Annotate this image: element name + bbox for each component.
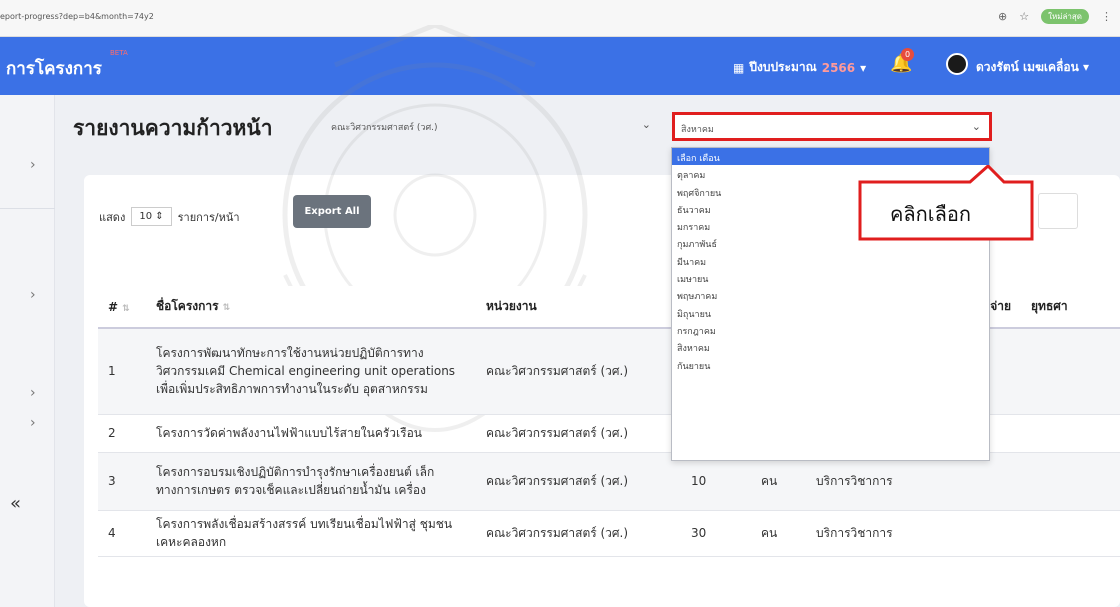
strategy-cell: [1021, 452, 1120, 511]
page-title: รายงานความก้าวหน้า: [73, 116, 273, 140]
unit-cell: คณะวิศวกรรมศาสตร์ (วศ.): [476, 452, 681, 511]
unit-cell: คณะวิศวกรรมศาสตร์ (วศ.): [476, 414, 681, 453]
target-unit-cell: คน: [751, 510, 806, 557]
month-option[interactable]: มีนาคม: [672, 252, 989, 269]
sidebar-divider: [0, 208, 55, 209]
show-label: แสดง: [99, 210, 126, 224]
col-header-unit[interactable]: หน่วยงาน: [476, 286, 681, 329]
zoom-icon[interactable]: ⊕: [998, 10, 1007, 23]
department-select-value: คณะวิศวกรรมศาสตร์ (วศ.): [331, 123, 438, 133]
row-num-cell: 4: [98, 510, 146, 557]
url-text[interactable]: eport-progress?dep=b4&month=74y2: [0, 12, 154, 21]
month-option[interactable]: กันยายน: [672, 356, 989, 373]
month-option[interactable]: เมษายน: [672, 269, 989, 286]
month-option[interactable]: พฤษภาคม: [672, 286, 989, 303]
month-option[interactable]: เลือก เดือน: [672, 148, 989, 166]
budget-year-dropdown[interactable]: ▦ ปีงบประมาณ 2566 ▾: [733, 58, 866, 77]
notification-count: 0: [901, 48, 914, 61]
chevron-down-icon: ⌄: [641, 118, 651, 131]
strategy-cell: [1021, 328, 1120, 415]
project-name-cell: โครงการพลังเชื่อมสร้างสรรค์ บทเรียนเชื่อ…: [146, 510, 476, 557]
app-brand[interactable]: การโครงการ: [6, 55, 102, 82]
per-page-label: รายการ/หน้า: [177, 210, 240, 224]
month-select[interactable]: สิงหาคม ⌄: [672, 112, 992, 141]
chevron-down-icon: ⌄: [971, 120, 981, 133]
avatar[interactable]: [946, 53, 968, 75]
target-qty-cell: 30: [681, 510, 751, 557]
expense-cell: [921, 510, 1021, 557]
calendar-icon: ▦: [733, 60, 745, 75]
annotation-text: คลิกเลือก: [890, 202, 971, 226]
sidebar-expand-icon[interactable]: ›: [30, 415, 36, 431]
page-size-select[interactable]: 10 ⇕: [131, 207, 172, 226]
row-num-cell: 3: [98, 452, 146, 511]
project-name-cell: โครงการอบรมเชิงปฏิบัติการบำรุงรักษาเครื่…: [146, 452, 476, 511]
sidebar-expand-icon[interactable]: ›: [30, 157, 36, 173]
col-header-name[interactable]: ชื่อโครงการ ⇅: [146, 286, 476, 329]
row-num-cell: 1: [98, 328, 146, 415]
sidebar-collapse-icon[interactable]: «: [10, 493, 21, 514]
browser-address-bar: eport-progress?dep=b4&month=74y2 ⊕ ☆ ใหม…: [0, 0, 1120, 37]
col-header-num[interactable]: # ⇅: [98, 286, 146, 329]
budget-label: ปีงบประมาณ: [749, 60, 817, 74]
notification-bell-icon[interactable]: 🔔 0: [890, 48, 914, 74]
sidebar: › › › › «: [0, 95, 55, 607]
sidebar-expand-icon[interactable]: ›: [30, 385, 36, 401]
user-name: ดวงรัตน์ เมฆเคลื่อน: [976, 60, 1079, 74]
project-name-cell: โครงการวัดค่าพลังงานไฟฟ้าแบบไร้สายในครัว…: [146, 414, 476, 453]
profile-pill[interactable]: ใหม่ล่าสุด: [1041, 9, 1089, 24]
user-menu[interactable]: ดวงรัตน์ เมฆเคลื่อน ▾: [976, 58, 1089, 77]
top-navbar: การโครงการ BETA ▦ ปีงบประมาณ 2566 ▾ 🔔 0 ด…: [0, 37, 1120, 95]
month-option[interactable]: สิงหาคม: [672, 338, 989, 355]
menu-icon[interactable]: ⋮: [1101, 10, 1112, 23]
col-header-strategy[interactable]: ยุทธศา: [1021, 286, 1120, 329]
annotation-callout: คลิกเลือก: [858, 165, 1034, 241]
star-icon[interactable]: ☆: [1019, 10, 1029, 23]
project-type-cell: บริการวิชาการ: [806, 510, 921, 557]
department-select[interactable]: คณะวิศวกรรมศาสตร์ (วศ.) ⌄: [325, 112, 665, 140]
unit-cell: คณะวิศวกรรมศาสตร์ (วศ.): [476, 510, 681, 557]
search-input[interactable]: [1038, 193, 1078, 229]
sidebar-expand-icon[interactable]: ›: [30, 287, 36, 303]
project-name-cell: โครงการพัฒนาทักษะการใช้งานหน่วยปฏิบัติกา…: [146, 328, 476, 415]
row-num-cell: 2: [98, 414, 146, 453]
month-option[interactable]: กรกฎาคม: [672, 321, 989, 338]
table-row[interactable]: 4 โครงการพลังเชื่อมสร้างสรรค์ บทเรียนเชื่…: [98, 510, 1120, 557]
beta-badge: BETA: [110, 49, 128, 57]
budget-year: 2566: [821, 60, 856, 75]
strategy-cell: [1021, 414, 1120, 453]
export-all-button[interactable]: Export All: [293, 195, 371, 228]
month-option[interactable]: มิถุนายน: [672, 304, 989, 321]
caret-down-icon: ▾: [860, 60, 867, 75]
strategy-cell: [1021, 510, 1120, 557]
month-select-value: สิงหาคม: [681, 125, 714, 135]
unit-cell: คณะวิศวกรรมศาสตร์ (วศ.): [476, 328, 681, 415]
page-size-control: แสดง 10 ⇕ รายการ/หน้า: [99, 207, 240, 226]
